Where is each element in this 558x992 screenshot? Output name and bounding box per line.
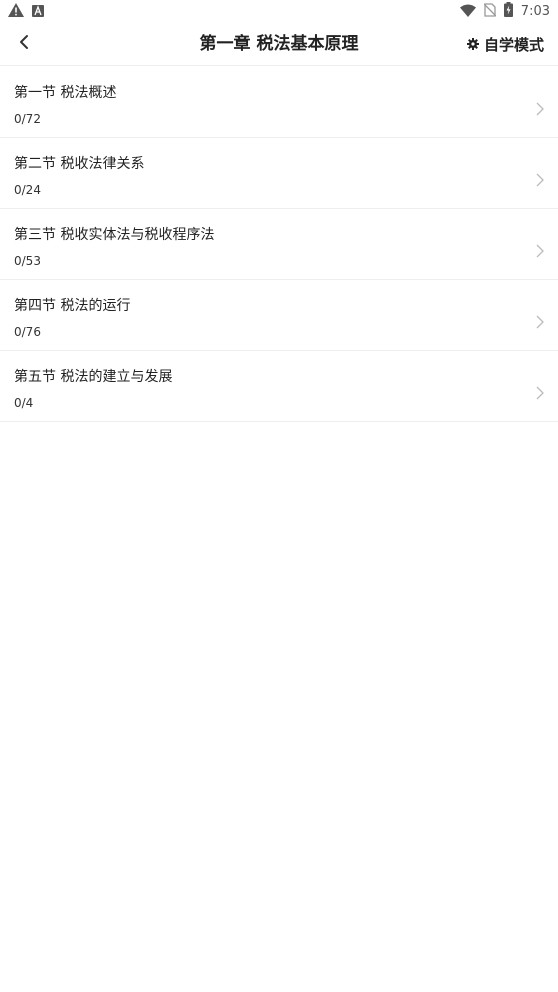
chevron-right-icon (536, 172, 544, 191)
section-item-1[interactable]: 第一节 税法概述 0/72 (0, 67, 558, 138)
chevron-left-icon (18, 34, 30, 54)
section-progress: 0/4 (14, 396, 34, 410)
section-title: 第四节 税法的运行 (14, 298, 131, 314)
status-right-icons: 7:03 (459, 1, 550, 21)
a-badge-icon (32, 2, 44, 21)
section-title: 第二节 税收法律关系 (14, 156, 145, 172)
nav-bar: 第一章 税法基本原理 自学模式 (0, 22, 558, 66)
wifi-icon (459, 2, 476, 21)
section-title: 第一节 税法概述 (14, 85, 117, 101)
section-progress: 0/72 (14, 112, 41, 126)
warning-icon (8, 2, 24, 21)
section-item-2[interactable]: 第二节 税收法律关系 0/24 (0, 138, 558, 209)
self-study-label: 自学模式 (483, 35, 544, 54)
back-button[interactable] (8, 28, 40, 60)
chevron-right-icon (536, 385, 544, 404)
section-progress: 0/24 (14, 183, 41, 197)
status-time: 7:03 (520, 3, 550, 19)
chevron-right-icon (536, 243, 544, 262)
section-list: 第一节 税法概述 0/72 第二节 税收法律关系 0/24 第三节 税收实体法与… (0, 67, 558, 422)
chevron-right-icon (536, 101, 544, 120)
status-left-icons (8, 2, 44, 21)
section-item-3[interactable]: 第三节 税收实体法与税收程序法 0/53 (0, 209, 558, 280)
section-title: 第三节 税收实体法与税收程序法 (14, 227, 215, 243)
section-title: 第五节 税法的建立与发展 (14, 369, 173, 385)
battery-charging-icon (503, 1, 513, 21)
section-item-4[interactable]: 第四节 税法的运行 0/76 (0, 280, 558, 351)
section-progress: 0/76 (14, 325, 41, 339)
status-bar: 7:03 (0, 0, 558, 22)
section-item-5[interactable]: 第五节 税法的建立与发展 0/4 (0, 351, 558, 422)
self-study-mode-button[interactable]: 自学模式 (466, 22, 544, 66)
gear-icon (466, 35, 479, 54)
chevron-right-icon (536, 314, 544, 333)
section-progress: 0/53 (14, 254, 41, 268)
no-sim-icon (483, 2, 497, 21)
